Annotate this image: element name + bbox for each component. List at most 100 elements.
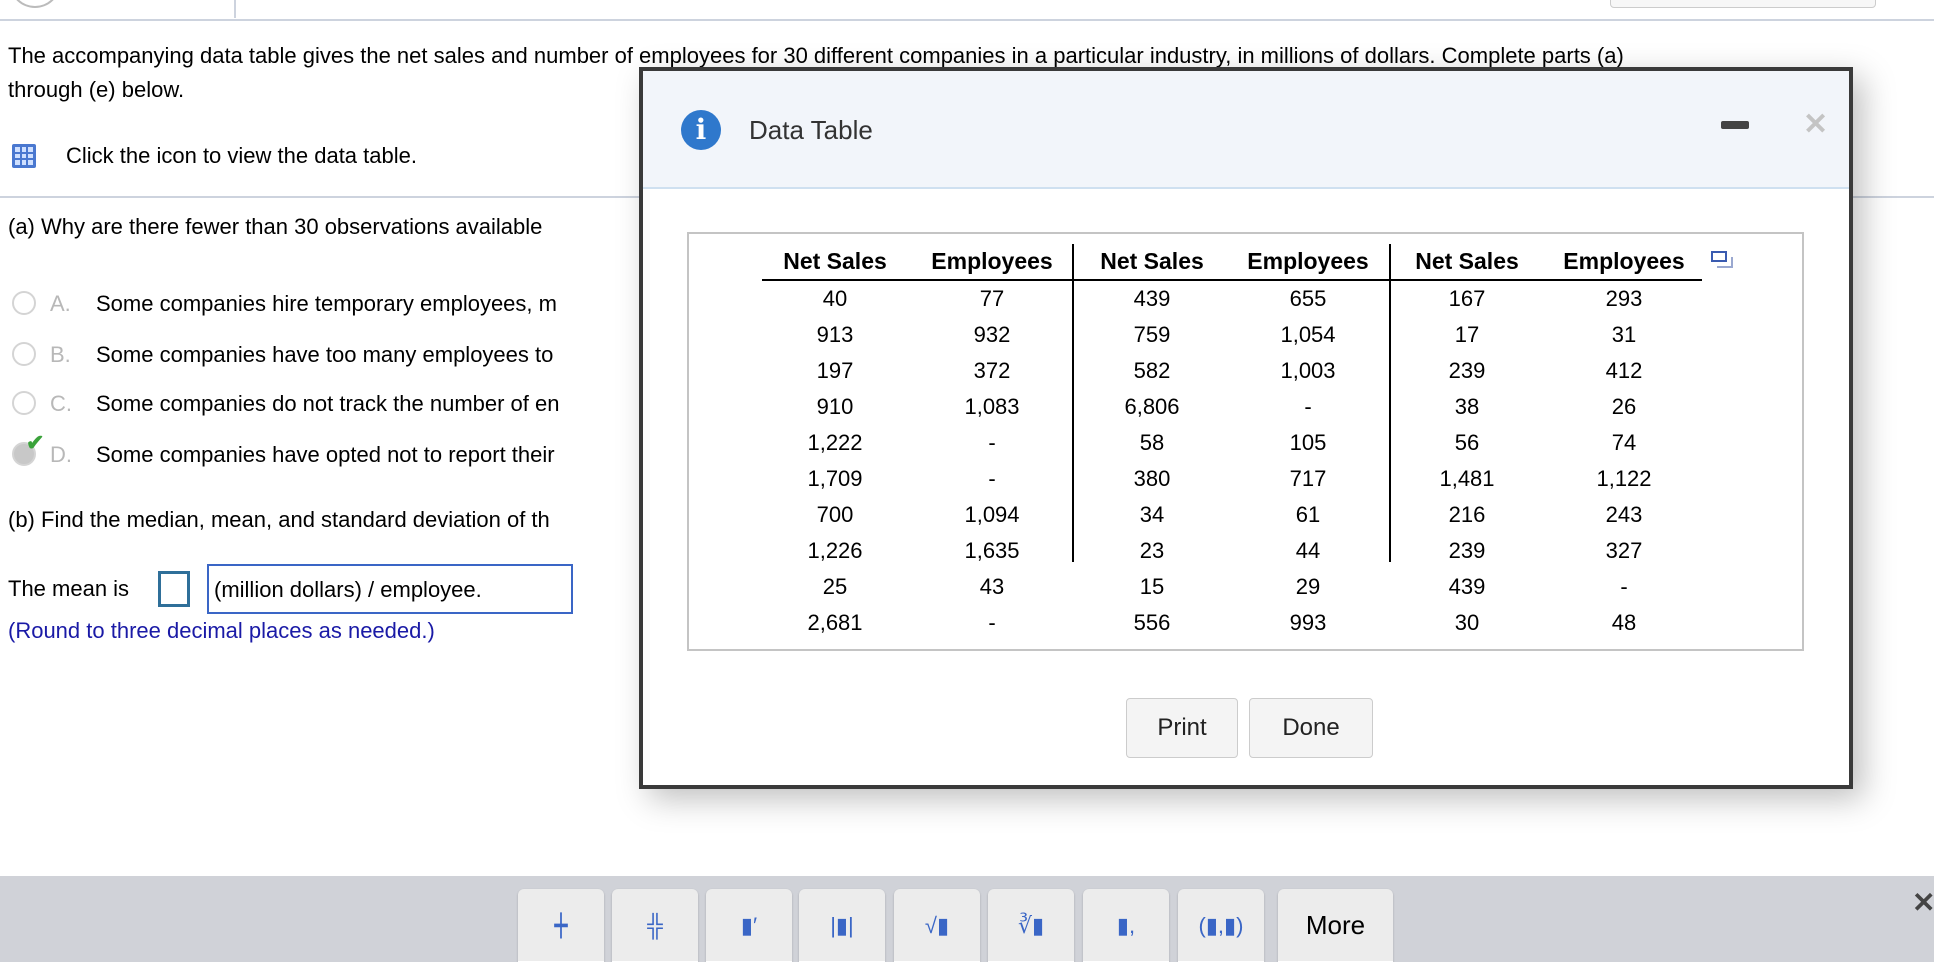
square-root-icon: √▮ — [924, 912, 950, 938]
data-table: Net Sales Employees Net Sales Employees Net … — [687, 232, 1804, 651]
radio-b[interactable] — [12, 342, 36, 366]
option-letter: C. — [50, 391, 72, 416]
exponent-button[interactable]: ▮′ — [706, 889, 792, 962]
top-rule — [0, 19, 1934, 21]
copy-icon[interactable] — [1711, 251, 1735, 271]
table-cell: 327 — [1605, 538, 1643, 563]
table-cell: 1,083 — [964, 394, 1020, 419]
table-cell: 1,054 — [1280, 322, 1336, 347]
absolute-value-button[interactable]: |▮| — [799, 889, 885, 962]
table-cell: 717 — [1289, 466, 1327, 491]
table-cell: 30 — [1454, 610, 1480, 635]
table-cell: 439 — [1133, 286, 1171, 311]
part-b-question: (b) Find the median, mean, and standard … — [8, 507, 550, 532]
mean-input[interactable] — [158, 571, 190, 607]
print-button[interactable]: Print — [1126, 698, 1238, 758]
table-cell: 910 — [816, 394, 854, 419]
table-cell: 167 — [1448, 286, 1486, 311]
close-toolbar-icon[interactable]: ✕ — [1912, 886, 1934, 919]
table-cell: - — [988, 610, 996, 635]
top-circle-fragment — [10, 0, 60, 8]
data-table-icon[interactable] — [12, 144, 36, 168]
table-cell: - — [1304, 394, 1312, 419]
info-icon: i — [681, 110, 721, 150]
square-root-button[interactable]: √▮ — [894, 889, 980, 962]
table-cell: 197 — [816, 358, 854, 383]
icon-hint: Click the icon to view the data table. — [66, 143, 417, 168]
top-divider — [234, 0, 236, 18]
table-cell: 759 — [1133, 322, 1171, 347]
table-cell: 993 — [1289, 610, 1327, 635]
dialog-title: Data Table — [749, 115, 873, 145]
table-cell: 1,481 — [1439, 466, 1495, 491]
radio-c[interactable] — [12, 391, 36, 415]
table-cell: 1,222 — [807, 430, 863, 455]
table-cell: 31 — [1611, 322, 1637, 347]
option-d[interactable]: Some companies have opted not to report … — [96, 442, 555, 468]
intro-text-2: through (e) below. — [8, 77, 185, 102]
table-cell: 26 — [1611, 394, 1637, 419]
close-icon[interactable]: ✕ — [1803, 107, 1828, 142]
fraction-icon: ┿ — [554, 912, 568, 938]
header-underline — [762, 279, 1702, 281]
table-cell: 216 — [1448, 502, 1486, 527]
table-cell: 29 — [1295, 574, 1321, 599]
ordered-pair-icon: (▮,▮) — [1198, 912, 1244, 938]
table-cell: 1,094 — [964, 502, 1020, 527]
table-cell: 239 — [1448, 538, 1486, 563]
table-cell: 34 — [1139, 502, 1165, 527]
table-cell: 77 — [979, 286, 1005, 311]
table-cell: 43 — [979, 574, 1005, 599]
table-cell: 17 — [1454, 322, 1480, 347]
table-cell: 582 — [1133, 358, 1171, 383]
fraction-button[interactable]: ┿ — [518, 889, 604, 962]
column-header: Net Sales — [1100, 248, 1204, 274]
table-cell: 23 — [1139, 538, 1165, 563]
option-b[interactable]: Some companies have too many employees t… — [96, 342, 553, 368]
mean-prefix: The mean is — [8, 576, 130, 601]
minimize-icon[interactable] — [1721, 121, 1749, 129]
table-cell: 913 — [816, 322, 854, 347]
nth-root-icon: ∛▮ — [1017, 912, 1045, 938]
table-cell: 38 — [1454, 394, 1480, 419]
top-right-button[interactable] — [1610, 0, 1876, 8]
table-cell: 1,003 — [1280, 358, 1336, 383]
column-divider — [1389, 244, 1391, 562]
table-cell: 40 — [822, 286, 848, 311]
table-cell: 61 — [1295, 502, 1321, 527]
intro-text: The accompanying data table gives the ne… — [8, 43, 1624, 68]
table-cell: 56 — [1454, 430, 1480, 455]
mixed-number-button[interactable]: ╬ — [612, 889, 698, 962]
option-letter: A. — [50, 291, 71, 316]
column-header: Employees — [1563, 248, 1685, 274]
done-button[interactable]: Done — [1249, 698, 1373, 758]
more-button[interactable]: More — [1278, 889, 1393, 962]
option-letter: D. — [50, 442, 72, 467]
option-c[interactable]: Some companies do not track the number o… — [96, 391, 559, 417]
table-cell: 556 — [1133, 610, 1171, 635]
round-hint: (Round to three decimal places as needed… — [8, 618, 435, 643]
absolute-value-icon: |▮| — [830, 912, 854, 938]
subscript-button[interactable]: ▮, — [1083, 889, 1169, 962]
table-cell: 372 — [973, 358, 1011, 383]
option-letter: B. — [50, 342, 71, 367]
table-cell: 74 — [1611, 430, 1637, 455]
nth-root-button[interactable]: ∛▮ — [988, 889, 1074, 962]
part-a-question: (a) Why are there fewer than 30 observat… — [8, 214, 543, 239]
table-cell: - — [1620, 574, 1628, 599]
checkmark-icon: ✔ — [26, 430, 45, 455]
column-header: Employees — [1247, 248, 1369, 274]
table-cell: 1,635 — [964, 538, 1020, 563]
table-cell: - — [988, 466, 996, 491]
table-cell: 58 — [1139, 430, 1165, 455]
table-cell: 1,709 — [807, 466, 863, 491]
table-cell: 293 — [1605, 286, 1643, 311]
option-a[interactable]: Some companies hire temporary employees,… — [96, 291, 557, 317]
column-header: Net Sales — [783, 248, 887, 274]
table-cell: 44 — [1295, 538, 1321, 563]
radio-a[interactable] — [12, 291, 36, 315]
ordered-pair-button[interactable]: (▮,▮) — [1178, 889, 1264, 962]
table-cell: 932 — [973, 322, 1011, 347]
table-cell: 439 — [1448, 574, 1486, 599]
dialog-header: i Data Table ✕ — [643, 71, 1849, 189]
